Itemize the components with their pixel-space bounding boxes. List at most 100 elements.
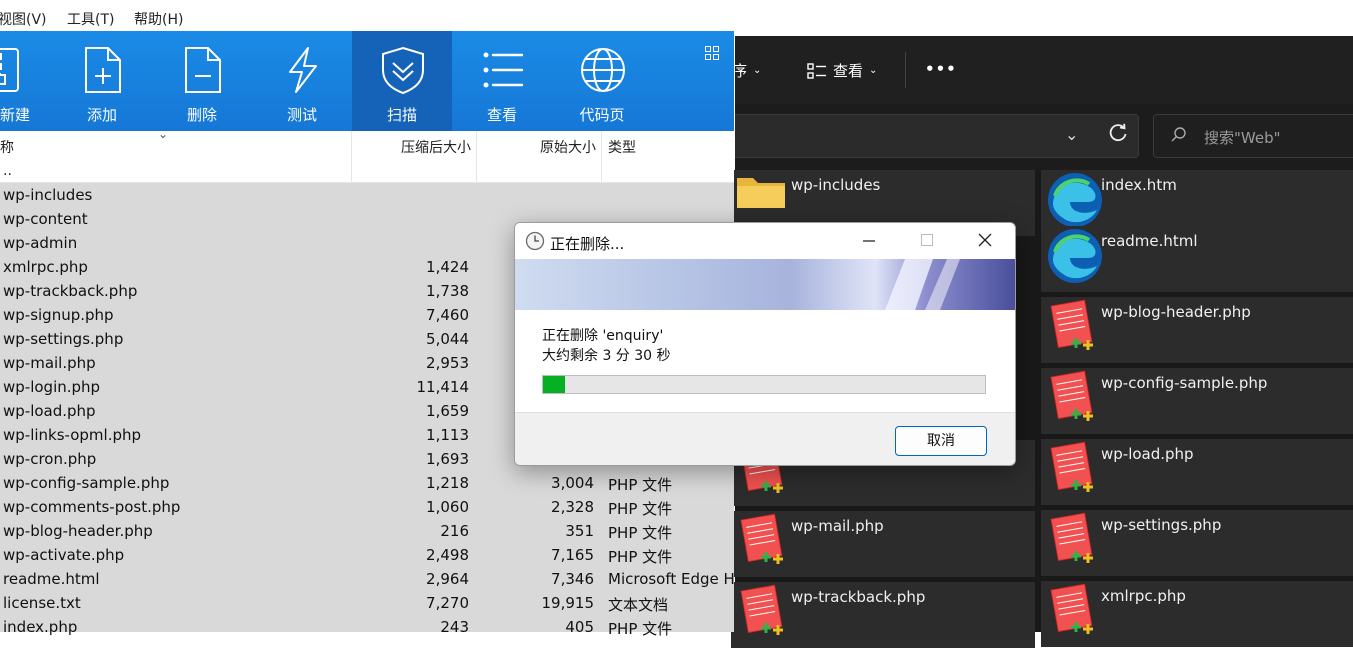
col-type[interactable]: 类型 [608,137,636,157]
file-tile-name: wp-trackback.php [791,588,926,606]
file-name: wp-admin [3,234,78,252]
toolbar-scan-label: 扫描 [386,106,417,124]
col-compressed[interactable]: 压缩后大小 [401,137,471,157]
menu-help[interactable]: 帮助(H) [134,9,183,29]
file-original-size: 7,165 [551,546,594,564]
file-compressed-size: 216 [440,522,469,540]
explorer-title-strip [735,0,1353,36]
layout-toggle-icon[interactable] [705,45,719,60]
file-row[interactable]: wp-config-sample.php 1,218 3,004 PHP 文件 [0,471,734,495]
close-icon[interactable] [975,229,995,251]
file-row[interactable]: wp-blog-header.php 216 351 PHP 文件 [0,519,734,543]
refresh-icon[interactable] [1107,122,1129,144]
column-divider[interactable] [351,131,352,183]
php-file-icon [1045,510,1097,570]
progress-bar [542,375,986,394]
file-name: wp-content [3,210,88,228]
file-tile[interactable]: wp-blog-header.php [1041,297,1353,363]
php-file-icon [1045,439,1097,499]
file-name: wp-trackback.php [3,282,138,300]
menu-view[interactable]: 视图(V) [0,9,47,29]
toolbar-scan-button[interactable]: 扫描 [352,31,452,131]
view-button[interactable]: 查看 ⌄ [807,60,877,81]
file-row[interactable]: wp-includes [0,183,734,207]
file-name: wp-load.php [3,402,96,420]
php-file-icon [735,582,787,642]
sort-button[interactable]: 排序 ⌄ [717,60,761,81]
explorer-address-row: ⌄ 搜索"Web" [735,104,1353,170]
folder-icon [735,170,787,230]
toolbar-view-label: 查看 [486,106,517,124]
progress-fill [543,376,566,393]
php-file-icon [735,511,787,571]
file-row[interactable]: license.txt 7,270 19,915 文本文档 [0,591,734,615]
column-divider[interactable] [476,131,477,183]
column-header: 称 ⌄ 压缩后大小 原始大小 类型 .. [0,127,734,183]
file-name: wp-settings.php [3,330,124,348]
toolbar-codepage-button[interactable]: 代码页 [552,31,652,131]
file-tile[interactable]: wp-trackback.php [731,582,1035,648]
delete-status-text: 正在删除 'enquiry' [542,328,664,344]
file-name: wp-blog-header.php [3,522,153,540]
file-name: wp-includes [3,186,93,204]
file-tile[interactable]: wp-mail.php [731,511,1035,577]
minimize-icon[interactable] [859,229,879,251]
deleting-dialog: 正在删除... 正在删除 'enquiry' 大约剩余 3 分 30 秒 取消 [514,222,1016,466]
toolbar-add-button[interactable]: 添加 [52,31,152,131]
file-tile[interactable]: readme.html [1041,226,1353,292]
toolbar-add-label: 添加 [86,106,117,124]
file-name: wp-links-opml.php [3,426,142,444]
file-name: wp-login.php [3,378,101,396]
more-icon: ••• [925,60,957,78]
file-compressed-size: 1,738 [426,282,469,300]
file-tile[interactable]: wp-load.php [1041,439,1353,505]
file-name: wp-cron.php [3,450,97,468]
php-file-icon [1045,581,1097,641]
file-name: index.php [3,618,78,636]
edge-icon [1045,170,1102,230]
toolbar-test-button[interactable]: 测试 [252,31,352,131]
file-original-size: 405 [565,618,594,636]
search-input[interactable]: 搜索"Web" [1153,114,1353,158]
file-type: Microsoft Edge H [608,570,734,588]
toolbar-view-button[interactable]: 查看 [452,31,552,131]
file-tile[interactable]: wp-settings.php [1041,510,1353,576]
file-compressed-size: 1,424 [426,258,469,276]
search-placeholder: 搜索"Web" [1204,129,1281,147]
parent-folder-row[interactable]: .. [3,163,12,179]
file-type: 文本文档 [608,596,669,614]
toolbar-new-button[interactable]: 新建 [0,31,52,131]
file-original-size: 7,346 [551,570,594,588]
file-row[interactable]: index.php 243 405 PHP 文件 [0,615,734,639]
file-tile[interactable]: wp-config-sample.php [1041,368,1353,434]
menu-tools[interactable]: 工具(T) [67,9,114,29]
file-compressed-size: 2,498 [426,546,469,564]
toolbar-delete-button[interactable]: 删除 [152,31,252,131]
toolbar-codepage-label: 代码页 [579,106,625,124]
address-bar[interactable]: ⌄ [735,114,1139,158]
file-tile[interactable]: xmlrpc.php [1041,581,1353,647]
file-tile-name: index.htm [1101,176,1177,194]
chevron-down-icon[interactable]: ⌄ [1065,125,1078,144]
toolbar-test-label: 测试 [286,106,317,124]
file-row[interactable]: wp-activate.php 2,498 7,165 PHP 文件 [0,543,734,567]
archive-icon [0,48,19,92]
file-compressed-size: 11,414 [416,378,470,396]
add-file-icon [85,47,121,93]
chevron-down-icon: ⌄ [869,65,878,76]
explorer-command-bar: 排序 ⌄ 查看 ⌄ ••• [717,36,1353,104]
col-name[interactable]: 称 [0,137,14,157]
php-file-icon [1045,297,1097,357]
sort-chevron-icon: ⌄ [158,127,169,141]
more-options-button[interactable]: ••• [925,60,957,78]
column-divider[interactable] [601,131,602,183]
file-compressed-size: 2,953 [426,354,469,372]
time-remaining-text: 大约剩余 3 分 30 秒 [542,348,671,364]
file-row[interactable]: readme.html 2,964 7,346 Microsoft Edge H [0,567,734,591]
file-tile-name: readme.html [1101,232,1198,250]
dialog-footer: 取消 [515,412,1015,465]
col-original[interactable]: 原始大小 [540,137,596,157]
file-compressed-size: 2,964 [426,570,469,588]
cancel-button[interactable]: 取消 [895,426,987,456]
file-row[interactable]: wp-comments-post.php 1,060 2,328 PHP 文件 [0,495,734,519]
